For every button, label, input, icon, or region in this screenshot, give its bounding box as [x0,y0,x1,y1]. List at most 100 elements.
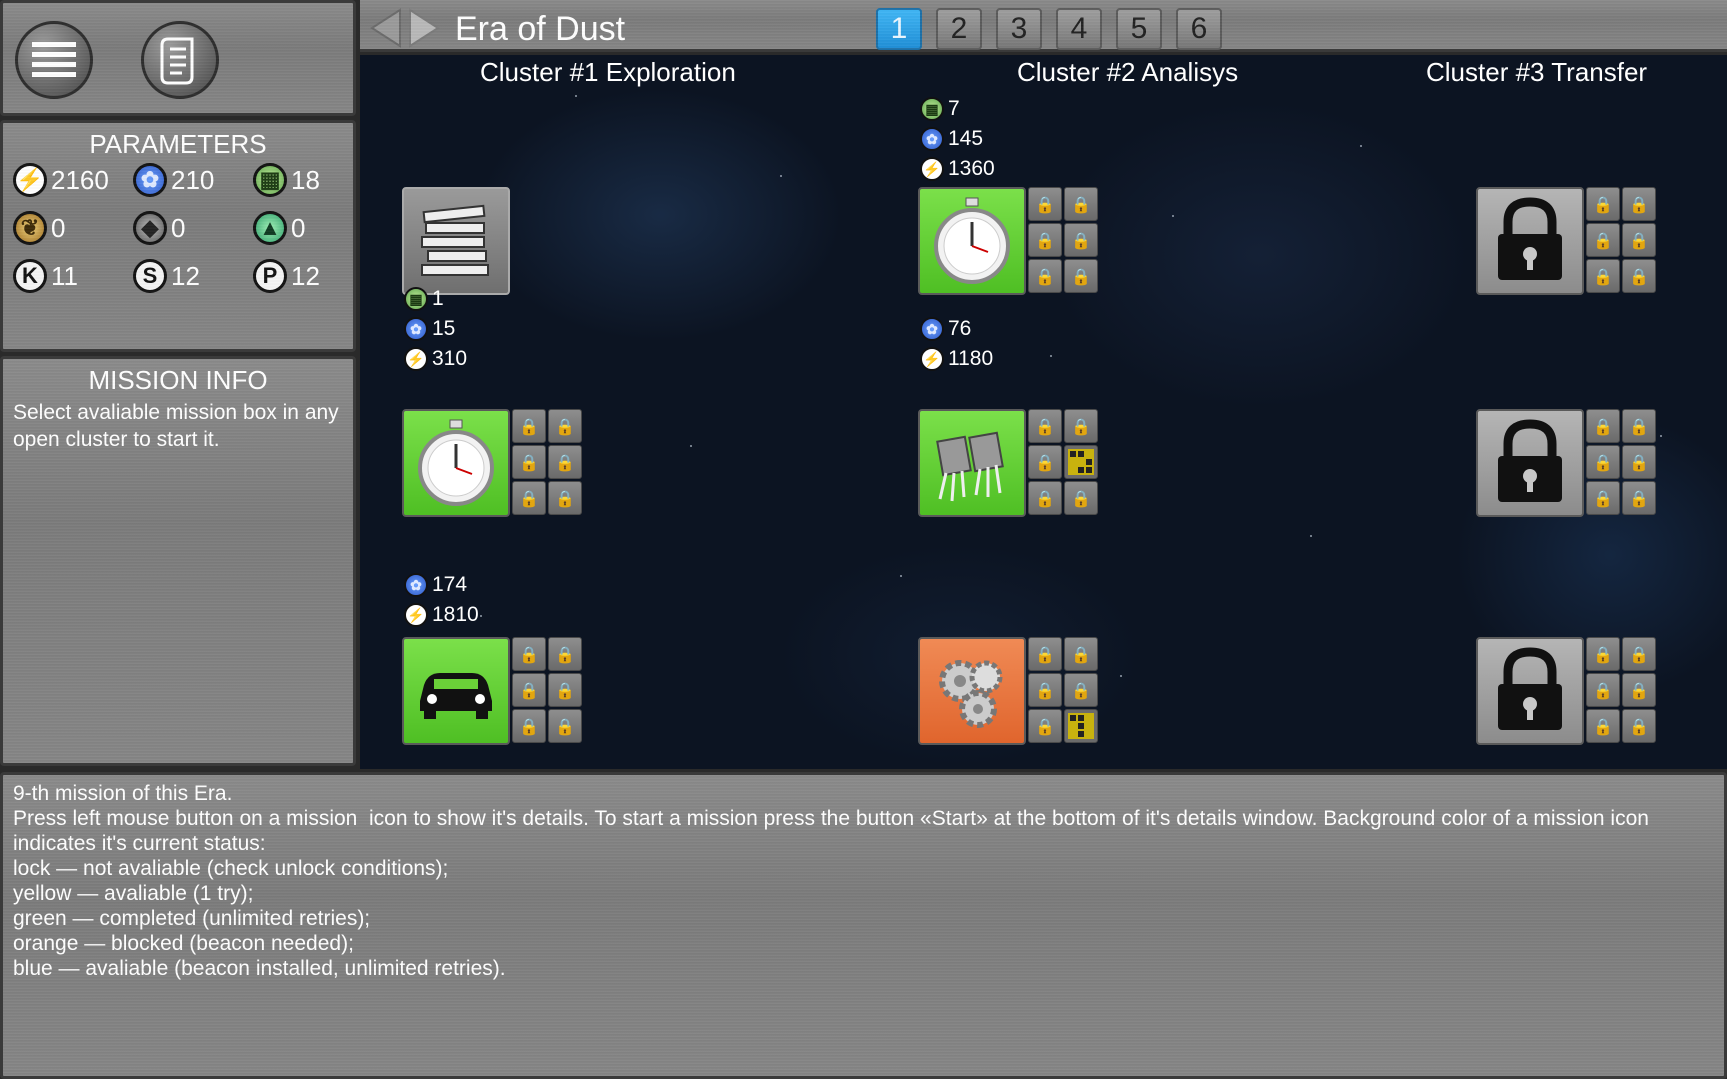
tab-5[interactable]: 5 [1116,8,1162,50]
cluster-2-title: Cluster #2 Analisys [1017,57,1239,87]
seed-icon: ❦ [13,211,47,245]
tab-2[interactable]: 2 [936,8,982,50]
tree-icon: ▲ [253,211,287,245]
lock-icon: 🔒 [1586,223,1620,257]
gears-icon [939,660,1003,728]
lock-icon: 🔒 [548,445,582,479]
tab-3[interactable]: 3 [996,8,1042,50]
param-tree: ▲ 0 [253,211,305,245]
lock-icon: 🔒 [1622,709,1656,743]
mission-c1-3[interactable] [402,637,510,745]
c1-2-req-energy: ⚡ 310 [404,345,467,373]
mission-c3-3[interactable] [1476,637,1584,745]
lock-icon: 🔒 [1064,637,1098,671]
crystal-icon: ✿ [404,317,428,341]
mission-info-text: Select avaliable mission box in any open… [13,401,339,451]
tab-1[interactable]: 1 [876,8,922,50]
c1-3-req-crystal: ✿ 174 [404,571,467,599]
mission-c1-1[interactable] [402,187,510,295]
param-rock: ◆ 0 [133,211,185,245]
mission-c1-2[interactable] [402,409,510,517]
lock-icon: 🔒 [1064,673,1098,707]
param-p: P 12 [253,259,320,293]
lock-icon: 🔒 [1028,187,1062,221]
next-era-button[interactable] [406,8,442,48]
lock-icon: 🔒 [1622,481,1656,515]
c1-2-req-chip: ▦ 1 [404,285,444,313]
energy-icon: ⚡ [404,603,428,627]
menu-button[interactable] [15,21,93,99]
lock-icon: 🔒 [512,481,546,515]
lock-icon: 🔒 [1622,445,1656,479]
lock-icon: 🔒 [1028,223,1062,257]
pattern-icon [1064,445,1098,479]
c1-3-subgrid: 🔒 🔒 🔒 🔒 🔒 🔒 [512,637,582,743]
energy-icon: ⚡ [404,347,428,371]
lock-icon: 🔒 [512,709,546,743]
parameters-panel: PARAMETERS ⚡ 2160 ✿ 210 ▦ 18 ❦ 0 ◆ 0 ▲ 0… [0,120,356,352]
lock-icon: 🔒 [1064,481,1098,515]
log-button[interactable] [141,21,219,99]
lock-icon: 🔒 [1586,259,1620,293]
lock-icon: 🔒 [1586,481,1620,515]
lock-icon: 🔒 [1028,259,1062,293]
lock-icon: 🔒 [1586,673,1620,707]
lock-icon: 🔒 [548,637,582,671]
lock-icon [1498,419,1562,502]
toolbar-panel [0,0,356,116]
energy-icon: ⚡ [920,347,944,371]
lock-icon: 🔒 [1622,187,1656,221]
lock-icon: 🔒 [548,409,582,443]
lock-icon: 🔒 [512,673,546,707]
help-panel: 9-th mission of this Era. Press left mou… [0,772,1727,1079]
lock-icon: 🔒 [512,637,546,671]
lock-icon: 🔒 [1064,223,1098,257]
mission-c2-3[interactable] [918,637,1026,745]
mission-c3-1[interactable] [1476,187,1584,295]
crystal-icon: ✿ [133,163,167,197]
lock-icon [1498,197,1562,280]
chip-icon: ▦ [920,97,944,121]
mission-c3-2[interactable] [1476,409,1584,517]
lock-icon: 🔒 [548,673,582,707]
c3-3-subgrid: 🔒 🔒 🔒 🔒 🔒 🔒 [1586,637,1656,743]
mission-c2-2[interactable] [918,409,1026,517]
lock-icon: 🔒 [548,481,582,515]
lock-icon: 🔒 [1028,445,1062,479]
tab-4[interactable]: 4 [1056,8,1102,50]
tab-6[interactable]: 6 [1176,8,1222,50]
lock-icon: 🔒 [1028,709,1062,743]
p-icon: P [253,259,287,293]
lock-icon: 🔒 [1028,481,1062,515]
lock-icon: 🔒 [1586,637,1620,671]
mission-map: Cluster #1 Exploration Cluster #2 Analis… [360,55,1727,769]
c1-2-req-crystal: ✿ 15 [404,315,455,343]
lock-icon: 🔒 [1586,709,1620,743]
stopwatch-icon [418,419,494,506]
era-title: Era of Dust [455,10,626,48]
lock-icon: 🔒 [1028,637,1062,671]
crystal-icon: ✿ [404,573,428,597]
prev-era-button[interactable] [368,8,404,48]
lock-icon: 🔒 [512,445,546,479]
c2-1-req-energy: ⚡ 1360 [920,155,995,183]
help-text: 9-th mission of this Era. Press left mou… [13,782,1655,980]
c2-1-req-crystal: ✿ 145 [920,125,983,153]
param-chip: ▦ 18 [253,163,320,197]
c2-2-req-crystal: ✿ 76 [920,315,971,343]
c2-2-req-energy: ⚡ 1180 [920,345,993,373]
c1-3-req-energy: ⚡ 1810 [404,601,479,629]
param-crystal: ✿ 210 [133,163,214,197]
chip-icon: ▦ [253,163,287,197]
mission-info-title: MISSION INFO [88,365,268,395]
param-seed: ❦ 0 [13,211,65,245]
mission-c2-1[interactable] [918,187,1026,295]
param-s: S 12 [133,259,200,293]
lock-icon: 🔒 [1622,637,1656,671]
energy-icon: ⚡ [13,163,47,197]
crystal-icon: ✿ [920,127,944,151]
lock-icon: 🔒 [1064,409,1098,443]
chip-icon: ▦ [404,287,428,311]
scroll-icon [160,37,194,85]
stopwatch-icon [934,197,1010,284]
